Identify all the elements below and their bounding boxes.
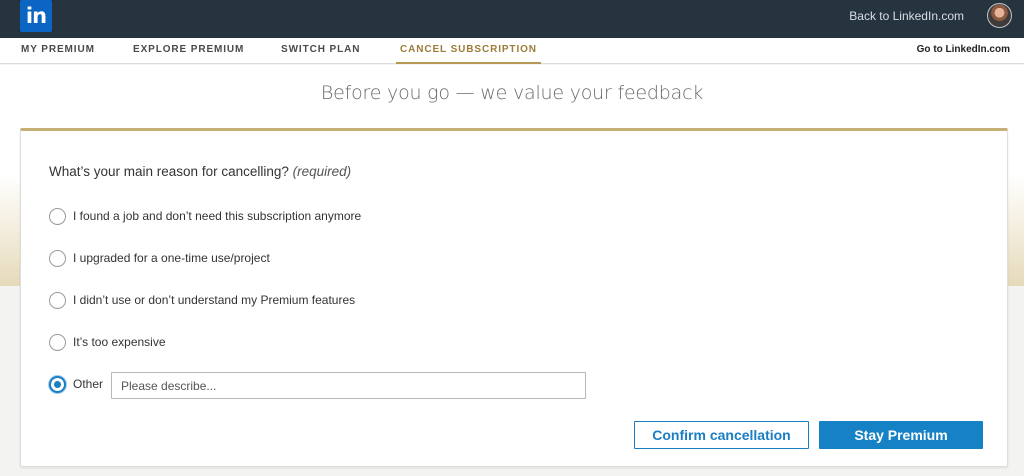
back-to-linkedin-link[interactable]: Back to LinkedIn.com <box>849 8 964 24</box>
radio-button[interactable] <box>49 249 66 267</box>
radio-button[interactable] <box>49 291 66 309</box>
linkedin-logo-icon[interactable]: in <box>20 0 52 32</box>
option-too-expensive[interactable]: It’s too expensive <box>49 332 166 352</box>
feedback-card: What’s your main reason for cancelling? … <box>20 128 1008 467</box>
radio-button-selected[interactable] <box>49 375 66 393</box>
page-title: Before you go — we value your feedback <box>320 82 704 104</box>
tab-my-premium[interactable]: MY PREMIUM <box>21 38 95 64</box>
tab-cancel-subscription[interactable]: CANCEL SUBSCRIPTION <box>396 38 541 64</box>
question-label: What’s your main reason for cancelling? … <box>49 164 351 179</box>
option-label: I found a job and don’t need this subscr… <box>73 209 362 223</box>
option-label: I upgraded for a one-time use/project <box>73 251 270 265</box>
other-reason-input[interactable] <box>111 372 586 399</box>
tab-explore-premium[interactable]: EXPLORE PREMIUM <box>133 38 244 64</box>
option-found-job[interactable]: I found a job and don’t need this subscr… <box>49 206 361 226</box>
tab-switch-plan[interactable]: SWITCH PLAN <box>281 38 360 64</box>
option-label: I didn’t use or don’t understand my Prem… <box>73 293 356 307</box>
top-bar: in Back to LinkedIn.com <box>0 0 1024 38</box>
required-note: (required) <box>292 164 352 179</box>
radio-button[interactable] <box>49 207 66 225</box>
option-other[interactable]: Other <box>49 374 103 394</box>
go-to-linkedin-link[interactable]: Go to LinkedIn.com <box>917 38 1010 61</box>
question-text: What’s your main reason for cancelling? <box>49 164 289 179</box>
premium-nav: MY PREMIUM EXPLORE PREMIUM SWITCH PLAN C… <box>0 38 1024 64</box>
confirm-cancellation-button[interactable]: Confirm cancellation <box>634 421 809 449</box>
option-didnt-use-features[interactable]: I didn’t use or don’t understand my Prem… <box>49 290 355 310</box>
option-label: Other <box>73 377 104 391</box>
option-one-time-use[interactable]: I upgraded for a one-time use/project <box>49 248 270 268</box>
option-label: It’s too expensive <box>73 335 166 349</box>
avatar[interactable] <box>987 3 1012 28</box>
stay-premium-button[interactable]: Stay Premium <box>819 421 983 449</box>
radio-button[interactable] <box>49 333 66 351</box>
